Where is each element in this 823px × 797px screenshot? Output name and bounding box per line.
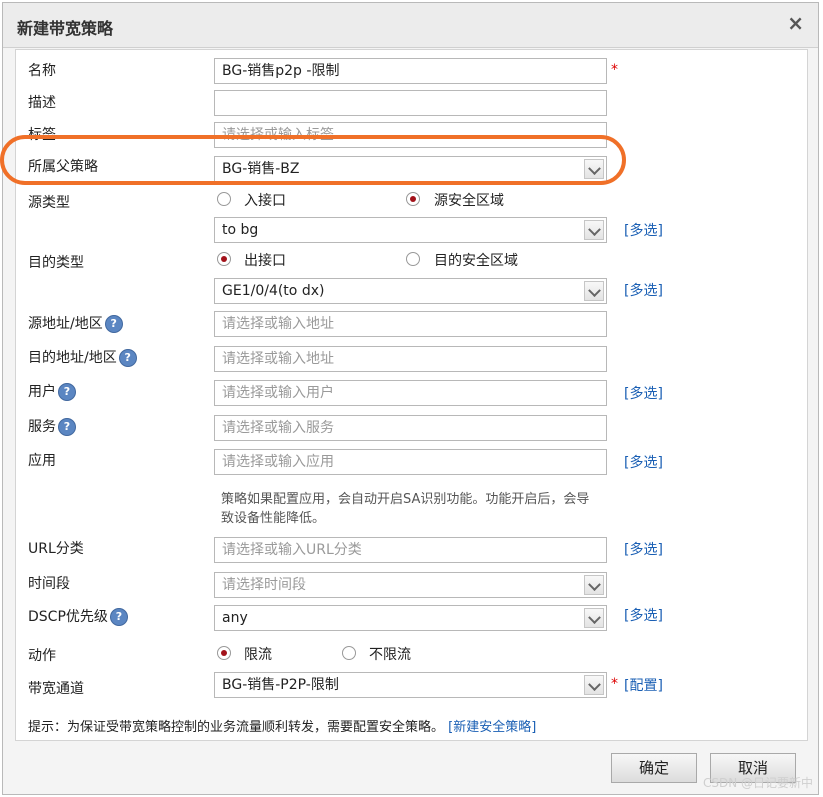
help-icon[interactable]: ? [104,315,123,333]
parent-policy-value: BG-销售-BZ [222,161,300,177]
user-label: 用户? [28,381,76,401]
tag-input[interactable]: 请选择或输入标签 [214,122,607,148]
dscp-label-text: DSCP优先级 [28,609,108,625]
url-category-input[interactable]: 请选择或输入URL分类 [214,537,607,563]
radio-rate-limit-label: 限流 [244,647,272,663]
required-marker: * [611,62,618,78]
required-marker: * [611,676,618,692]
outbound-interface-select[interactable]: GE1/0/4(to dx) [214,278,607,304]
radio-no-limit[interactable] [342,646,356,660]
dest-type-label: 目的类型 [28,255,84,271]
hint-message: 提示：为保证受带宽策略控制的业务流量顺利转发，需要配置安全策略。 [28,720,445,735]
new-security-policy-link[interactable]: [新建安全策略] [448,720,536,735]
time-range-select[interactable]: 请选择时间段 [214,572,607,598]
dialog-titlebar: 新建带宽策略 × [3,3,818,48]
dialog-title: 新建带宽策略 [17,19,114,38]
help-icon[interactable]: ? [58,418,76,436]
watermark: CSDN @日记要新中 [702,776,813,790]
source-address-label-text: 源地址/地区 [28,316,103,332]
radio-rate-limit[interactable] [217,646,231,660]
dest-address-label: 目的地址/地区? [28,347,137,367]
dscp-value: any [222,610,248,626]
bandwidth-channel-label: 带宽通道 [28,681,84,697]
chevron-down-icon[interactable] [584,281,604,301]
description-input[interactable] [214,90,607,116]
source-address-input[interactable]: 请选择或输入地址 [214,311,607,337]
application-label: 应用 [28,453,56,469]
radio-source-zone-label: 源安全区域 [434,193,504,209]
source-zone-multiselect-link[interactable]: [多选] [624,220,663,240]
chevron-down-icon[interactable] [584,159,604,179]
application-note: 策略如果配置应用，会自动开启SA识别功能。功能开启后，会导致设备性能降低。 [221,492,590,526]
application-input[interactable]: 请选择或输入应用 [214,449,607,475]
dscp-multiselect-link[interactable]: [多选] [624,605,663,625]
tag-label: 标签 [28,127,56,143]
outbound-interface-multiselect-link[interactable]: [多选] [624,280,663,300]
action-label: 动作 [28,648,56,664]
dscp-label: DSCP优先级? [28,606,128,626]
application-multiselect-link[interactable]: [多选] [624,452,663,472]
help-icon[interactable]: ? [118,349,137,367]
bandwidth-channel-select[interactable]: BG-销售-P2P-限制 [214,672,607,698]
description-label: 描述 [28,95,56,111]
outbound-interface-value: GE1/0/4(to dx) [222,283,325,299]
url-category-multiselect-link[interactable]: [多选] [624,539,663,559]
parent-policy-select[interactable]: BG-销售-BZ [214,156,607,182]
service-label-text: 服务 [28,419,56,435]
radio-outbound-interface-label: 出接口 [244,253,286,269]
bandwidth-channel-config-link[interactable]: [配置] [624,675,663,695]
radio-dest-zone-label: 目的安全区域 [434,253,518,269]
name-input[interactable]: BG-销售p2p -限制 [214,58,607,84]
source-zone-value: to bg [222,222,259,238]
service-label: 服务? [28,416,76,436]
parent-policy-label: 所属父策略 [28,159,98,175]
time-range-value: 请选择时间段 [222,577,306,593]
user-multiselect-link[interactable]: [多选] [624,383,663,403]
radio-inbound-interface-label: 入接口 [244,193,286,209]
bandwidth-channel-value: BG-销售-P2P-限制 [222,677,339,693]
hint-text: 提示：为保证受带宽策略控制的业务流量顺利转发，需要配置安全策略。 [新建安全策略… [28,716,536,735]
dscp-select[interactable]: any [214,605,607,631]
time-range-label: 时间段 [28,576,70,592]
radio-inbound-interface[interactable] [217,192,231,206]
ok-button[interactable]: 确定 [611,753,697,783]
source-address-label: 源地址/地区? [28,313,123,333]
radio-no-limit-label: 不限流 [369,647,411,663]
url-category-label: URL分类 [28,541,84,557]
dest-address-input[interactable]: 请选择或输入地址 [214,346,607,372]
form-body: 名称 BG-销售p2p -限制 * 描述 标签 请选择或输入标签 所属父策略 B… [15,49,808,741]
user-input[interactable]: 请选择或输入用户 [214,380,607,406]
radio-dest-zone[interactable] [406,252,420,266]
new-bandwidth-policy-dialog: 新建带宽策略 × 名称 BG-销售p2p -限制 * 描述 标签 请选择或输入标… [2,2,819,795]
user-label-text: 用户 [28,384,56,400]
help-icon[interactable]: ? [58,383,76,401]
service-input[interactable]: 请选择或输入服务 [214,415,607,441]
name-label: 名称 [28,63,56,79]
chevron-down-icon[interactable] [584,575,604,595]
radio-source-zone[interactable] [406,192,420,206]
chevron-down-icon[interactable] [584,675,604,695]
help-icon[interactable]: ? [109,608,128,626]
radio-outbound-interface[interactable] [217,252,231,266]
chevron-down-icon[interactable] [584,220,604,240]
close-icon[interactable]: × [787,13,804,33]
source-type-label: 源类型 [28,195,70,211]
chevron-down-icon[interactable] [584,608,604,628]
dest-address-label-text: 目的地址/地区 [28,350,117,366]
source-zone-select[interactable]: to bg [214,217,607,243]
